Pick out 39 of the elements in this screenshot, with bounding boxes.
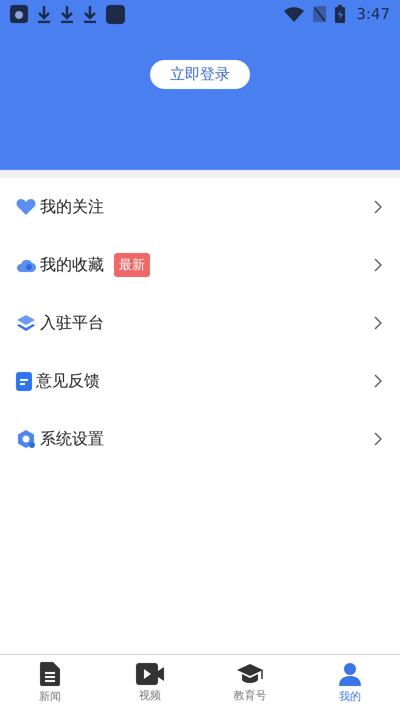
nav-tab[interactable]: 视频 xyxy=(100,655,200,711)
settings-icon xyxy=(16,429,36,449)
menu-item[interactable]: 意见反馈 xyxy=(0,352,400,410)
menu-label: 我的关注 xyxy=(40,196,104,218)
download-icon xyxy=(83,5,97,23)
download-icon xyxy=(37,5,51,23)
nav-tab[interactable]: 新闻 xyxy=(0,655,100,711)
status-time: 3:47 xyxy=(356,5,390,23)
menu-label: 系统设置 xyxy=(40,428,104,450)
menu-item[interactable]: 系统设置 xyxy=(0,410,400,468)
heart-icon xyxy=(16,198,36,216)
document-icon xyxy=(39,662,61,686)
document-icon xyxy=(16,372,32,390)
nav-tab[interactable]: 我的 xyxy=(300,655,400,711)
chevron-right-icon xyxy=(374,432,382,446)
login-button[interactable]: 立即登录 xyxy=(150,60,250,89)
menu-label: 入驻平台 xyxy=(40,312,104,334)
cloud-icon xyxy=(16,257,36,273)
nav-tab[interactable]: 教育号 xyxy=(200,655,300,711)
chevron-right-icon xyxy=(374,200,382,214)
person-icon xyxy=(338,662,362,686)
download-icon xyxy=(60,5,74,23)
layers-icon xyxy=(16,314,36,332)
graduation-cap-icon xyxy=(236,663,264,685)
no-sim-icon xyxy=(313,6,326,22)
chevron-right-icon xyxy=(374,374,382,388)
wifi-icon xyxy=(284,6,304,22)
chevron-right-icon xyxy=(374,258,382,272)
menu-item[interactable]: 入驻平台 xyxy=(0,294,400,352)
menu-label: 我的收藏 xyxy=(40,254,104,276)
video-camera-icon xyxy=(136,663,164,685)
menu-item[interactable]: 我的收藏 最新 xyxy=(0,236,400,294)
battery-icon xyxy=(335,5,346,23)
new-badge: 最新 xyxy=(114,253,150,277)
menu-label: 意见反馈 xyxy=(36,370,100,392)
app-icon xyxy=(106,4,125,24)
menu-item[interactable]: 我的关注 xyxy=(0,178,400,236)
chevron-right-icon xyxy=(374,316,382,330)
app-icon xyxy=(10,5,28,23)
